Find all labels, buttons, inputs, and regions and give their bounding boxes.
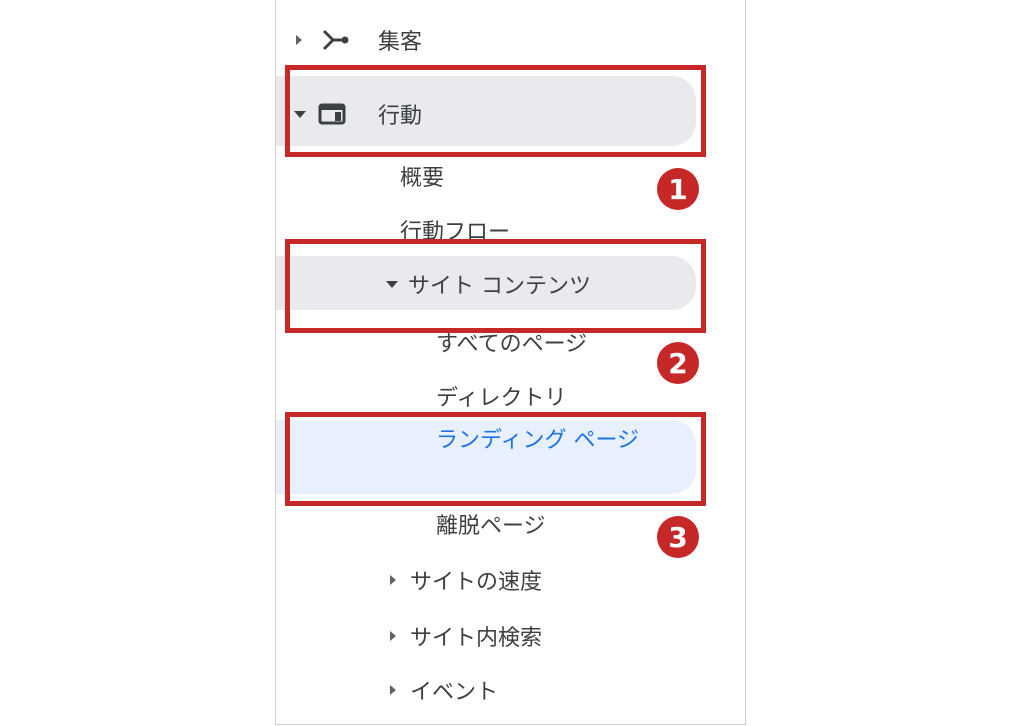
nav-item-directory[interactable]: ディレクトリ — [436, 380, 566, 412]
nav-item-label: 集客 — [378, 30, 423, 55]
nav-item-label: 離脱ページ — [436, 514, 546, 539]
annotation-badge-3: 3 — [657, 516, 699, 558]
nav-item-label: 概要 — [400, 166, 445, 191]
nav-item-site-speed[interactable]: サイトの速度 — [390, 564, 542, 596]
annotation-badge-2: 2 — [657, 342, 699, 384]
nav-item-site-search[interactable]: サイト内検索 — [390, 620, 542, 652]
expand-arrow-icon — [390, 575, 396, 585]
nav-item-label: サイトの速度 — [410, 570, 543, 595]
expand-arrow-icon — [390, 631, 396, 641]
annotation-badge-1: 1 — [657, 168, 699, 210]
expand-arrow-icon — [390, 685, 396, 695]
nav-item-events[interactable]: イベント — [390, 674, 498, 706]
nav-item-label: ディレクトリ — [436, 386, 567, 411]
annotation-box-2 — [285, 239, 706, 333]
nav-item-label: イベント — [410, 680, 499, 705]
nav-item-exit-pages[interactable]: 離脱ページ — [436, 508, 546, 540]
annotation-box-3 — [285, 412, 706, 506]
nav-item-acquisition[interactable]: 集客 — [296, 24, 422, 56]
expand-arrow-icon — [296, 35, 302, 45]
annotation-box-1 — [285, 65, 706, 157]
acquisition-branch-icon — [322, 29, 349, 51]
nav-item-overview[interactable]: 概要 — [400, 160, 444, 192]
nav-item-label: サイト内検索 — [410, 626, 543, 651]
